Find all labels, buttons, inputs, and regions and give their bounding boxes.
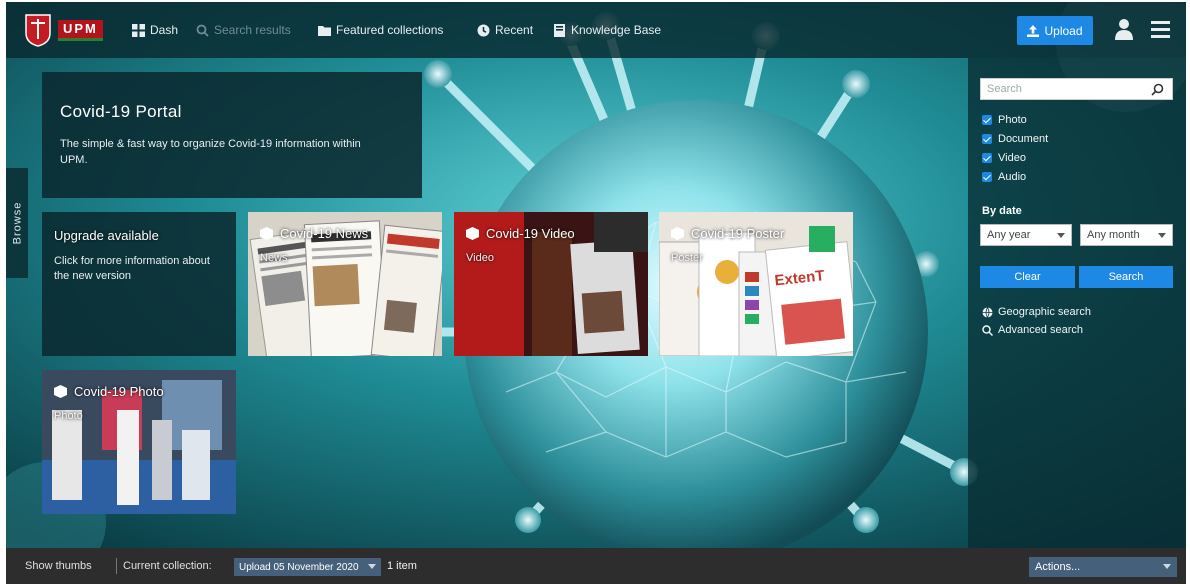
poster-title-text: Covid-19 Poster bbox=[691, 226, 785, 241]
logo-wordmark: UPM bbox=[58, 19, 103, 41]
portal-intro-panel: Covid-19 Portal The simple & fast way to… bbox=[42, 72, 422, 198]
collection-tile-news[interactable]: Covid-19 News News bbox=[248, 212, 442, 356]
search-icon bbox=[196, 24, 209, 37]
search-button-label: Search bbox=[1108, 271, 1144, 283]
collection-tile-video[interactable]: Covid-19 Video Video bbox=[454, 212, 648, 356]
checkbox-checked[interactable] bbox=[982, 115, 992, 125]
chevron-down-icon bbox=[1057, 232, 1065, 238]
upgrade-title: Upgrade available bbox=[54, 228, 159, 243]
nav-dash[interactable]: Dash bbox=[132, 21, 178, 39]
filter-document-label: Document bbox=[998, 133, 1049, 145]
upload-button-label: Upload bbox=[1044, 23, 1083, 38]
month-select-value: Any month bbox=[1087, 229, 1140, 241]
collection-tile-photo[interactable]: Covid-19 Photo Photo bbox=[42, 370, 236, 514]
globe-icon bbox=[982, 306, 993, 318]
nav-dash-label: Dash bbox=[150, 23, 179, 37]
advanced-search-label: Advanced search bbox=[998, 324, 1083, 336]
search-input[interactable] bbox=[981, 79, 1151, 99]
chevron-down-icon bbox=[1163, 564, 1171, 569]
checkbox-checked[interactable] bbox=[982, 153, 992, 163]
poster-subtitle: Poster bbox=[671, 252, 703, 264]
photo-subtitle: Photo bbox=[54, 410, 83, 422]
poster-tile-title: Covid-19 Poster bbox=[671, 226, 784, 241]
chevron-down-icon bbox=[1158, 232, 1166, 238]
portal-description: The simple & fast way to organize Covid-… bbox=[60, 138, 361, 166]
video-title-text: Covid-19 Video bbox=[486, 226, 575, 241]
month-select[interactable]: Any month bbox=[1080, 224, 1173, 246]
browse-tab-label: Browse bbox=[11, 201, 23, 245]
user-icon[interactable] bbox=[1115, 18, 1133, 40]
search-icon[interactable] bbox=[1151, 83, 1164, 96]
filter-audio-label: Audio bbox=[998, 171, 1027, 183]
crest-icon bbox=[25, 14, 51, 47]
item-count: 1 item bbox=[387, 560, 417, 572]
top-navigation-bar: UPM Dash Search results Featured collect… bbox=[6, 2, 1186, 58]
hamburger-menu-icon[interactable] bbox=[1151, 21, 1170, 38]
book-icon bbox=[554, 23, 565, 37]
news-title-text: Covid-19 News bbox=[280, 226, 369, 241]
photo-title-text: Covid-19 Photo bbox=[74, 384, 164, 399]
year-select[interactable]: Any year bbox=[980, 224, 1072, 246]
filter-audio-checkbox[interactable]: Audio bbox=[982, 171, 1026, 183]
filter-video-checkbox[interactable]: Video bbox=[982, 152, 1026, 164]
collection-select-value: Upload 05 November 2020 bbox=[239, 561, 359, 573]
portal-title: Covid-19 Portal bbox=[60, 102, 182, 121]
page-frame: UPM Dash Search results Featured collect… bbox=[6, 2, 1186, 584]
checkbox-checked[interactable] bbox=[982, 172, 992, 182]
cube-icon bbox=[260, 227, 273, 240]
search-box bbox=[980, 78, 1173, 100]
collection-tile-poster[interactable]: ExtenT Covid-19 Poster Poster bbox=[659, 212, 853, 356]
clear-button[interactable]: Clear bbox=[980, 266, 1075, 288]
video-subtitle: Video bbox=[466, 252, 494, 264]
search-panel: Photo Document Video Audio By date Any y… bbox=[968, 58, 1186, 548]
nav-knowledge-base[interactable]: Knowledge Base bbox=[553, 21, 661, 39]
search-button[interactable]: Search bbox=[1079, 266, 1173, 288]
photo-tile-title: Covid-19 Photo bbox=[54, 384, 164, 399]
nav-knowledge-base-label: Knowledge Base bbox=[571, 23, 662, 37]
chevron-down-icon bbox=[368, 564, 376, 569]
nav-featured-collections-label: Featured collections bbox=[336, 23, 444, 37]
upload-button[interactable]: Upload bbox=[1017, 16, 1093, 45]
news-tile-title: Covid-19 News bbox=[260, 226, 368, 241]
grid-icon bbox=[132, 23, 145, 37]
cube-icon bbox=[671, 227, 684, 240]
filter-photo-label: Photo bbox=[998, 114, 1027, 126]
footer-bar: Show thumbs Current collection: Upload 0… bbox=[6, 548, 1186, 584]
actions-select[interactable]: Actions... bbox=[1029, 557, 1177, 577]
folder-icon bbox=[318, 25, 331, 36]
upm-logo[interactable]: UPM bbox=[24, 10, 116, 50]
nav-search-results[interactable]: Search results bbox=[196, 21, 291, 39]
footer-divider bbox=[116, 558, 117, 574]
geographic-search-link[interactable]: Geographic search bbox=[982, 306, 1091, 318]
filter-video-label: Video bbox=[998, 152, 1026, 164]
geographic-search-label: Geographic search bbox=[998, 306, 1091, 318]
nav-featured-collections[interactable]: Featured collections bbox=[318, 21, 443, 39]
filter-document-checkbox[interactable]: Document bbox=[982, 133, 1048, 145]
advanced-search-link[interactable]: Advanced search bbox=[982, 324, 1083, 336]
by-date-label: By date bbox=[982, 205, 1022, 217]
nav-recent-label: Recent bbox=[495, 23, 534, 37]
upload-icon bbox=[1027, 24, 1040, 37]
actions-select-value: Actions... bbox=[1035, 561, 1081, 573]
browse-side-tab[interactable]: Browse bbox=[6, 168, 28, 278]
nav-recent[interactable]: Recent bbox=[477, 21, 533, 39]
news-subtitle: News bbox=[260, 252, 288, 264]
current-collection-label: Current collection: bbox=[123, 560, 212, 572]
upgrade-text: Click for more information about the new… bbox=[54, 255, 210, 282]
current-collection-select[interactable]: Upload 05 November 2020 bbox=[234, 558, 381, 576]
video-tile-title: Covid-19 Video bbox=[466, 226, 575, 241]
nav-search-results-label: Search results bbox=[214, 23, 291, 37]
clock-icon bbox=[477, 24, 490, 36]
cube-icon bbox=[54, 385, 67, 398]
show-thumbs-link[interactable]: Show thumbs bbox=[25, 560, 92, 572]
year-select-value: Any year bbox=[987, 229, 1031, 241]
search-plus-icon bbox=[982, 324, 993, 336]
upgrade-available-tile[interactable]: Upgrade available Click for more informa… bbox=[42, 212, 236, 356]
clear-button-label: Clear bbox=[1014, 271, 1041, 283]
filter-photo-checkbox[interactable]: Photo bbox=[982, 114, 1027, 126]
checkbox-checked[interactable] bbox=[982, 134, 992, 144]
cube-icon bbox=[466, 227, 479, 240]
